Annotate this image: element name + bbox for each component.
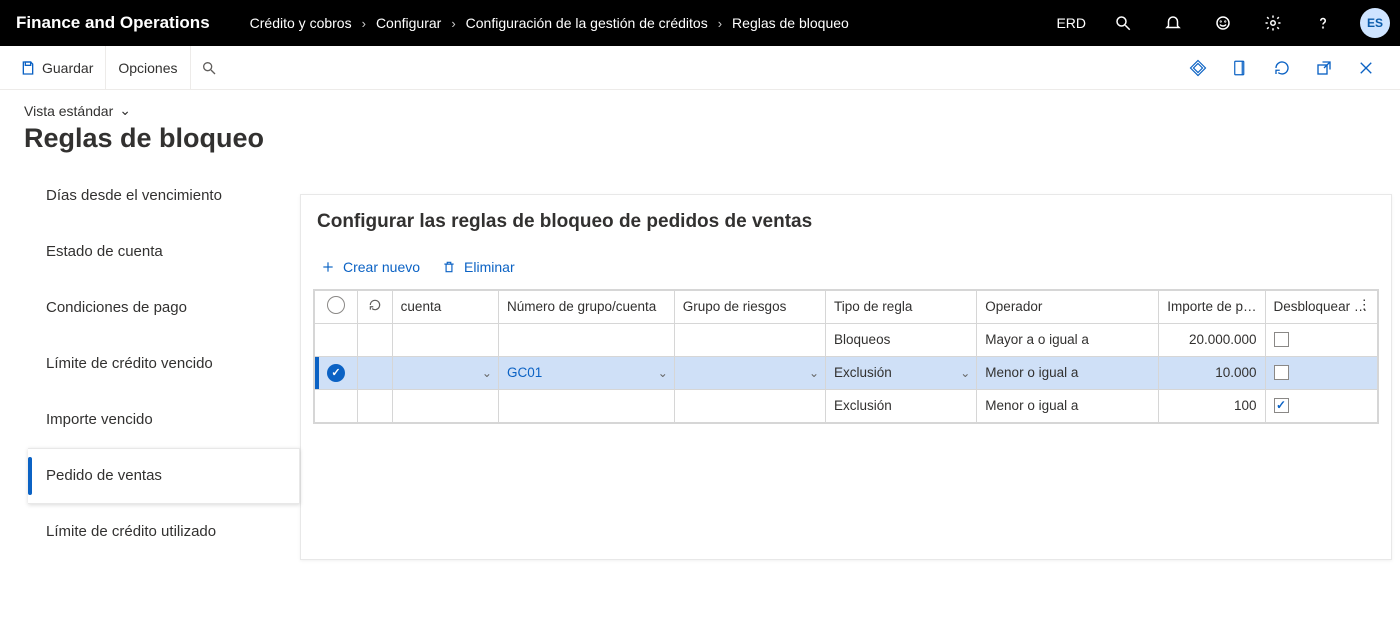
- row-account[interactable]: ⌄: [392, 356, 498, 389]
- card-toolbar: Crear nuevo Eliminar: [321, 259, 1379, 275]
- row-rule-type[interactable]: Bloqueos: [826, 323, 977, 356]
- gear-icon[interactable]: [1254, 0, 1292, 46]
- breadcrumb-blocking[interactable]: Reglas de bloqueo: [732, 15, 849, 31]
- breadcrumbs: Crédito y cobros › Configurar › Configur…: [250, 15, 1051, 31]
- chevron-down-icon[interactable]: ⌄: [658, 366, 668, 380]
- nav-account-status[interactable]: Estado de cuenta: [28, 224, 300, 280]
- view-selector[interactable]: Vista estándar ⌄: [24, 102, 131, 119]
- options-button[interactable]: Opciones: [106, 46, 190, 90]
- chevron-down-icon[interactable]: ⌄: [960, 366, 970, 380]
- chevron-right-icon: ›: [362, 16, 366, 31]
- row-amount[interactable]: 100: [1159, 389, 1265, 422]
- row-unblock[interactable]: [1265, 356, 1377, 389]
- row-risk[interactable]: [674, 389, 825, 422]
- action-bar-right: [1180, 50, 1392, 86]
- bell-icon[interactable]: [1154, 0, 1192, 46]
- chevron-down-icon[interactable]: ⌄: [482, 366, 492, 380]
- row-refresh[interactable]: [357, 389, 392, 422]
- col-unblock[interactable]: Desbloquear p... ⋮: [1265, 290, 1377, 323]
- create-label: Crear nuevo: [343, 259, 420, 275]
- smile-icon[interactable]: [1204, 0, 1242, 46]
- kebab-icon[interactable]: ⋮: [1358, 297, 1372, 313]
- row-operator[interactable]: Mayor a o igual a: [977, 323, 1159, 356]
- chevron-down-icon: ⌄: [119, 102, 131, 119]
- row-rule-type[interactable]: Exclusión: [826, 389, 977, 422]
- row-refresh[interactable]: [357, 323, 392, 356]
- delete-label: Eliminar: [464, 259, 515, 275]
- row-group[interactable]: GC01⌄: [498, 356, 674, 389]
- content-card: Configurar las reglas de bloqueo de pedi…: [300, 194, 1392, 560]
- close-icon[interactable]: [1348, 50, 1384, 86]
- attach-icon[interactable]: [1222, 50, 1258, 86]
- chevron-right-icon: ›: [718, 16, 722, 31]
- table-row[interactable]: ⌄ GC01⌄ ⌄ Exclusión⌄ Menor o igual a 10.…: [315, 356, 1378, 389]
- nav-due-days[interactable]: Días desde el vencimiento: [28, 168, 300, 224]
- col-refresh[interactable]: [357, 290, 392, 323]
- col-account[interactable]: cuenta: [392, 290, 498, 323]
- options-label: Opciones: [118, 60, 177, 76]
- create-button[interactable]: Crear nuevo: [321, 259, 420, 275]
- row-amount[interactable]: 10.000: [1159, 356, 1265, 389]
- view-label: Vista estándar: [24, 103, 113, 119]
- row-group[interactable]: [498, 389, 674, 422]
- row-account[interactable]: [392, 389, 498, 422]
- breadcrumb-credit[interactable]: Crédito y cobros: [250, 15, 352, 31]
- save-label: Guardar: [42, 60, 93, 76]
- row-rule-type[interactable]: Exclusión⌄: [826, 356, 977, 389]
- row-unblock[interactable]: [1265, 323, 1377, 356]
- table-row[interactable]: Bloqueos Mayor a o igual a 20.000.000: [315, 323, 1378, 356]
- top-right: ERD ES: [1050, 0, 1400, 46]
- row-unblock[interactable]: [1265, 389, 1377, 422]
- breadcrumb-config[interactable]: Configurar: [376, 15, 441, 31]
- brand: Finance and Operations: [16, 13, 250, 33]
- row-select[interactable]: [315, 389, 358, 422]
- breadcrumb-creditmgmt[interactable]: Configuración de la gestión de créditos: [466, 15, 708, 31]
- nav-credit-used[interactable]: Límite de crédito utilizado: [28, 504, 300, 560]
- top-bar: Finance and Operations Crédito y cobros …: [0, 0, 1400, 46]
- row-account[interactable]: [392, 323, 498, 356]
- row-risk[interactable]: [674, 323, 825, 356]
- page-title: Reglas de bloqueo: [24, 123, 1400, 154]
- entity-label[interactable]: ERD: [1050, 15, 1092, 31]
- col-select[interactable]: [315, 290, 358, 323]
- col-group[interactable]: Número de grupo/cuenta: [498, 290, 674, 323]
- row-operator[interactable]: Menor o igual a: [977, 389, 1159, 422]
- diamond-icon[interactable]: [1180, 50, 1216, 86]
- chevron-down-icon[interactable]: ⌄: [809, 366, 819, 380]
- action-bar: Guardar Opciones: [0, 46, 1400, 90]
- action-bar-search[interactable]: [191, 60, 217, 76]
- row-group[interactable]: [498, 323, 674, 356]
- nav-expired-limit[interactable]: Límite de crédito vencido: [28, 336, 300, 392]
- refresh-icon[interactable]: [1264, 50, 1300, 86]
- row-amount[interactable]: 20.000.000: [1159, 323, 1265, 356]
- search-icon[interactable]: [1104, 0, 1142, 46]
- header-row: cuenta Número de grupo/cuenta Grupo de r…: [315, 290, 1378, 323]
- col-amount[interactable]: Importe de pe...: [1159, 290, 1265, 323]
- save-button[interactable]: Guardar: [8, 46, 106, 90]
- left-nav: Días desde el vencimiento Estado de cuen…: [0, 164, 300, 560]
- delete-button[interactable]: Eliminar: [442, 259, 515, 275]
- col-risk[interactable]: Grupo de riesgos: [674, 290, 825, 323]
- nav-sales-order[interactable]: Pedido de ventas: [28, 448, 300, 504]
- card-title: Configurar las reglas de bloqueo de pedi…: [313, 211, 1379, 233]
- row-refresh[interactable]: [357, 356, 392, 389]
- row-select[interactable]: [315, 356, 358, 389]
- row-operator[interactable]: Menor o igual a: [977, 356, 1159, 389]
- col-operator[interactable]: Operador: [977, 290, 1159, 323]
- nav-overdue-amount[interactable]: Importe vencido: [28, 392, 300, 448]
- chevron-right-icon: ›: [451, 16, 455, 31]
- work-area: Días desde el vencimiento Estado de cuen…: [0, 164, 1400, 560]
- rules-grid: cuenta Número de grupo/cuenta Grupo de r…: [313, 289, 1379, 424]
- help-icon[interactable]: [1304, 0, 1342, 46]
- nav-payment-terms[interactable]: Condiciones de pago: [28, 280, 300, 336]
- page-header: Vista estándar ⌄ Reglas de bloqueo: [0, 90, 1400, 164]
- popout-icon[interactable]: [1306, 50, 1342, 86]
- table-row[interactable]: Exclusión Menor o igual a 100: [315, 389, 1378, 422]
- col-rule-type[interactable]: Tipo de regla: [826, 290, 977, 323]
- row-select[interactable]: [315, 323, 358, 356]
- row-risk[interactable]: ⌄: [674, 356, 825, 389]
- avatar[interactable]: ES: [1360, 8, 1390, 38]
